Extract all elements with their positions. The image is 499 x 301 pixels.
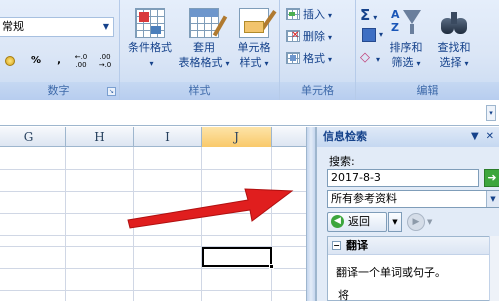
comma-style-button[interactable]: , xyxy=(53,52,65,70)
back-arrow-icon: ◀ xyxy=(331,215,344,228)
translate-more-text: 将 xyxy=(338,289,349,301)
column-header-i[interactable]: I xyxy=(134,127,202,147)
currency-format-button[interactable] xyxy=(0,52,20,70)
number-format-value: 常规 xyxy=(2,20,24,33)
chevron-down-icon: ▾ xyxy=(149,59,154,68)
find-select-label-1: 查找和 xyxy=(437,41,471,54)
styles-group: 条件格式 ▾ 套用 表格格式 ▾ 单元格 样式 ▾ 样式 xyxy=(120,0,280,100)
search-label: 搜索: xyxy=(329,155,355,168)
decrease-decimal-button[interactable]: .00 →.0 xyxy=(94,52,116,70)
group-label-editing: 编辑 xyxy=(356,82,499,100)
format-as-table-label-2: 表格格式 ▾ xyxy=(178,56,230,69)
find-select-button[interactable]: 查找和 选择 ▾ xyxy=(430,4,478,78)
currency-icon xyxy=(5,56,15,66)
column-headers: G H I J xyxy=(0,127,306,147)
format-as-table-label-1: 套用 xyxy=(193,41,215,54)
conditional-format-label: 条件格式 xyxy=(128,41,172,54)
translate-description: 翻译一个单词或句子。 xyxy=(336,266,446,279)
selected-cell[interactable] xyxy=(202,247,274,269)
sort-filter-button[interactable]: AZ 排序和 筛选 ▾ xyxy=(382,4,430,78)
table-format-icon xyxy=(189,8,228,38)
red-arrow-annotation xyxy=(127,188,294,229)
insert-cells-icon xyxy=(286,8,300,20)
dialog-launcher-icon[interactable]: ↘ xyxy=(107,87,116,96)
fill-handle[interactable] xyxy=(269,264,274,269)
delete-button[interactable]: 删除▾ xyxy=(286,27,332,46)
binoculars-icon xyxy=(439,8,469,38)
ribbon: 常规 ▼ % , ←.0 .00 .00 →.0 数字 ↘ 条件格式 ▾ 套用 … xyxy=(0,0,499,100)
forward-button[interactable]: ▶ xyxy=(407,213,425,231)
chevron-down-icon[interactable]: ▾ xyxy=(376,55,380,64)
number-format-select[interactable]: 常规 ▼ xyxy=(0,17,114,37)
cell-styles-button[interactable]: 单元格 样式 ▾ xyxy=(228,4,280,78)
sort-filter-label-2: 筛选 ▾ xyxy=(391,56,421,69)
translate-section-header[interactable]: − 翻译 xyxy=(328,237,499,255)
research-pane: 信息检索 ▼ ✕ 搜索: 2017-8-3 ➜ 所有参考资料 ▼ ◀ 返回 ▼ … xyxy=(316,127,499,301)
results-scrollbar[interactable] xyxy=(489,236,499,301)
format-button[interactable]: 格式 ▾ xyxy=(286,50,332,68)
collapse-icon[interactable]: − xyxy=(332,241,341,250)
clear-eraser-icon[interactable]: ◇ xyxy=(360,50,370,65)
grid-line xyxy=(0,268,306,269)
column-header-h[interactable]: H xyxy=(66,127,134,147)
delete-cells-icon xyxy=(286,27,300,45)
cell-styles-label-2: 样式 ▾ xyxy=(239,56,269,69)
results-area: − 翻译 翻译一个单词或句子。 将 xyxy=(327,236,499,301)
research-pane-title: 信息检索 ▼ ✕ xyxy=(317,127,499,147)
format-as-table-button[interactable]: 套用 表格格式 ▾ xyxy=(178,4,230,78)
number-group: 常规 ▼ % , ←.0 .00 .00 →.0 数字 ↘ xyxy=(0,0,120,100)
editing-group: Σ ▾ ▾ ◇ ▾ AZ 排序和 筛选 ▾ 查找和 选择 ▾ 编辑 xyxy=(356,0,499,100)
increase-decimal-button[interactable]: ←.0 .00 xyxy=(70,52,92,70)
reference-source-select[interactable]: 所有参考资料 ▼ xyxy=(327,190,499,208)
back-history-dropdown[interactable]: ▼ xyxy=(388,212,402,232)
red-arrow-shape xyxy=(127,188,294,229)
column-header-j[interactable]: J xyxy=(202,127,272,147)
chevron-down-icon: ▼ xyxy=(102,22,110,31)
fill-icon[interactable] xyxy=(362,28,376,42)
cell-styles-icon xyxy=(239,8,277,38)
cells-group: 插入▾ 删除▾ 格式▾ 单元格 xyxy=(280,0,356,100)
cell-styles-label-1: 单元格 xyxy=(237,41,271,54)
formula-bar[interactable]: ▾ xyxy=(0,101,499,126)
conditional-format-icon xyxy=(135,8,165,38)
grid-line xyxy=(0,290,306,291)
autosum-button[interactable]: Σ ▾ xyxy=(360,6,377,24)
search-input[interactable]: 2017-8-3 xyxy=(327,169,479,187)
percent-style-button[interactable]: % xyxy=(26,52,46,70)
column-header-g[interactable]: G xyxy=(0,127,66,147)
expand-formula-bar-icon[interactable]: ▾ xyxy=(486,105,496,121)
format-cells-icon xyxy=(286,52,300,64)
sort-filter-label-1: 排序和 xyxy=(389,41,423,54)
pane-splitter[interactable] xyxy=(306,127,316,301)
group-label-number: 数字 xyxy=(0,82,119,100)
chevron-down-icon: ▼ xyxy=(486,191,499,207)
conditional-format-button[interactable]: 条件格式 ▾ xyxy=(124,4,176,78)
sort-filter-icon: AZ xyxy=(391,8,421,38)
grid-line xyxy=(0,169,306,170)
start-search-button[interactable]: ➜ xyxy=(484,169,499,187)
find-select-label-2: 选择 ▾ xyxy=(439,56,469,69)
insert-button[interactable]: 插入 ▾ xyxy=(286,6,332,24)
grid-line xyxy=(0,235,306,236)
pane-options-icon[interactable]: ▼ ✕ xyxy=(471,127,494,147)
group-label-styles: 样式 xyxy=(120,82,279,100)
grid-line xyxy=(65,147,66,301)
forward-history-dropdown[interactable]: ▼ xyxy=(427,213,437,231)
back-button[interactable]: ◀ 返回 xyxy=(327,212,387,232)
group-label-cells: 单元格 xyxy=(280,82,355,100)
